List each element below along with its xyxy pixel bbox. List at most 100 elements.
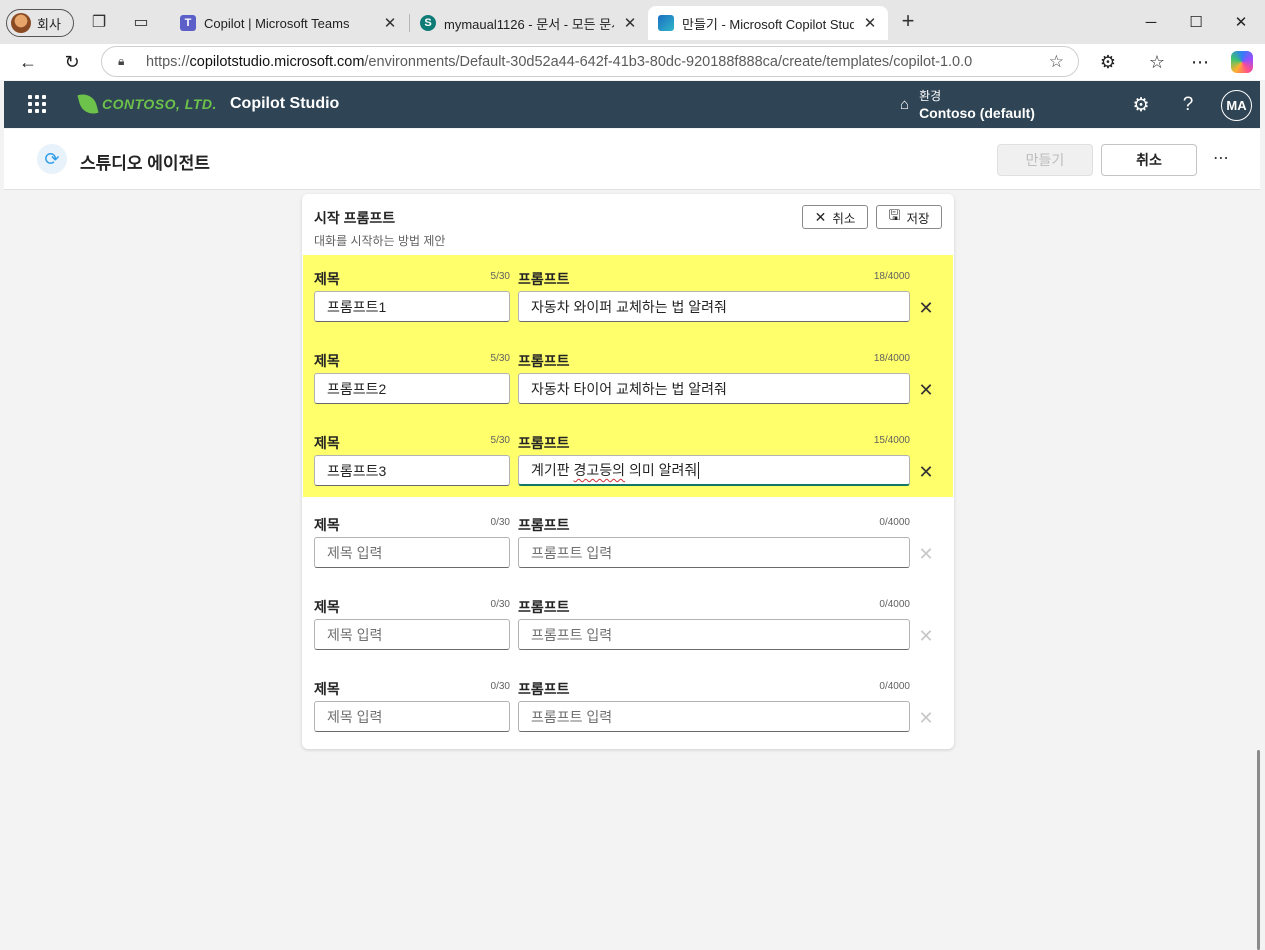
title-input[interactable]: 제목 입력 [314, 701, 510, 732]
close-icon[interactable]: ✕ [622, 14, 638, 32]
copilot-studio-icon [658, 15, 674, 31]
environment-label: 환경 [919, 89, 942, 103]
help-icon[interactable]: ? [1176, 93, 1200, 117]
title-input[interactable]: 제목 입력 [314, 619, 510, 650]
cancel-button[interactable]: 취소 [1101, 144, 1197, 176]
copilot-icon[interactable] [1230, 50, 1254, 74]
browser-toolbar: ← ↻ 🔒︎ https://copilotstudio.microsoft.c… [0, 44, 1265, 80]
panel-title: 시작 프롬프트 [314, 210, 396, 226]
scrollbar[interactable] [1257, 750, 1260, 950]
spellcheck-word: 경고등의 [573, 462, 626, 478]
title-label: 제목 [314, 435, 340, 451]
brand-name: CONTOSO, LTD. [102, 96, 217, 112]
environment-name: Contoso (default) [919, 105, 1035, 121]
browser-tab-strip: 회사 ❐ ▭ T Copilot | Microsoft Teams ✕ S m… [0, 0, 1265, 44]
prompt-input[interactable]: 프롬프트 입력 [518, 701, 910, 732]
profile-label: 회사 [37, 16, 61, 32]
prompt-input[interactable]: 계기판 경고등의 의미 알려줘 [518, 455, 910, 486]
minimize-icon[interactable]: ─ [1136, 10, 1166, 34]
prompt-label: 프롬프트 [518, 599, 570, 615]
tab-title: 만들기 - Microsoft Copilot Studio [682, 16, 854, 32]
more-options-icon[interactable]: ⋯ [1210, 147, 1232, 169]
brand-logo[interactable]: CONTOSO, LTD. [77, 91, 217, 117]
tab-title: Copilot | Microsoft Teams [204, 15, 350, 31]
app-header: CONTOSO, LTD. Copilot Studio ⌂ 환경 Contos… [4, 81, 1260, 128]
title-char-count: 0/30 [490, 681, 510, 692]
panel-subtitle: 대화를 시작하는 방법 제안 [314, 234, 446, 248]
prompt-row: 제목 5/30 프롬프트 15/4000 프롬프트3 계기판 경고등의 의미 알… [302, 433, 954, 515]
tab-copilot-studio[interactable]: 만들기 - Microsoft Copilot Studio ✕ [648, 6, 888, 40]
prompt-row: 제목 0/30 프롬프트 0/4000 제목 입력 프롬프트 입력 ✕ [302, 515, 954, 597]
create-button[interactable]: 만들기 [997, 144, 1093, 176]
tab-actions-icon[interactable]: ▭ [131, 12, 151, 32]
url-host: copilotstudio.microsoft.com [189, 53, 365, 70]
favorites-icon[interactable]: ☆ [1145, 50, 1169, 74]
user-avatar[interactable]: MA [1221, 90, 1252, 121]
prompt-input[interactable]: 프롬프트 입력 [518, 537, 910, 568]
panel-save-button[interactable]: 🖫 저장 [876, 205, 942, 229]
teams-icon: T [180, 15, 196, 31]
title-label: 제목 [314, 271, 340, 287]
url-prefix: https:// [146, 53, 190, 70]
tab-sharepoint[interactable]: S mymaual1126 - 문서 - 모든 문서 ✕ [410, 6, 648, 40]
close-icon: ✕ [814, 208, 827, 225]
back-arrow-icon[interactable]: ← [16, 50, 40, 74]
prompt-input[interactable]: 프롬프트 입력 [518, 619, 910, 650]
title-input[interactable]: 프롬프트2 [314, 373, 510, 404]
app-launcher-icon[interactable] [28, 95, 46, 113]
starter-prompts-panel: 시작 프롬프트 대화를 시작하는 방법 제안 ✕ 취소 🖫 저장 제목 5/30… [302, 194, 954, 749]
prompt-label: 프롬프트 [518, 353, 570, 369]
prompt-input[interactable]: 자동차 와이퍼 교체하는 법 알려줘 [518, 291, 910, 322]
title-label: 제목 [314, 517, 340, 533]
prompt-text: 의미 알려줘 [625, 462, 698, 478]
delete-row-icon[interactable]: ✕ [917, 462, 935, 482]
copilot-logo [1231, 51, 1253, 73]
maximize-icon[interactable]: ☐ [1181, 10, 1211, 34]
prompt-input[interactable]: 자동차 타이어 교체하는 법 알려줘 [518, 373, 910, 404]
agent-icon: ⟳ [37, 144, 67, 174]
save-icon: 🖫 [888, 207, 901, 223]
prompt-row: 제목 0/30 프롬프트 0/4000 제목 입력 프롬프트 입력 ✕ [302, 597, 954, 679]
workspaces-icon[interactable]: ❐ [89, 12, 109, 32]
refresh-icon[interactable]: ↻ [60, 50, 84, 74]
delete-row-icon: ✕ [918, 625, 934, 646]
close-icon[interactable]: ✕ [862, 14, 878, 32]
address-bar[interactable]: 🔒︎ https://copilotstudio.microsoft.com/e… [101, 46, 1079, 77]
environment-picker[interactable]: ⌂ 환경 Contoso (default) [900, 87, 1035, 121]
new-tab-icon[interactable]: + [898, 8, 918, 33]
title-input[interactable]: 프롬프트3 [314, 455, 510, 486]
settings-gear-icon[interactable]: ⚙ [1129, 93, 1153, 117]
delete-row-icon: ✕ [918, 543, 934, 564]
title-char-count: 5/30 [490, 271, 510, 282]
panel-cancel-label: 취소 [832, 211, 856, 226]
more-options-icon[interactable]: ⋯ [1188, 50, 1212, 74]
delete-row-icon[interactable]: ✕ [917, 298, 935, 318]
window-close-icon[interactable]: ✕ [1226, 10, 1256, 34]
prompt-char-count: 18/4000 [873, 353, 910, 364]
leaf-icon [77, 91, 99, 117]
title-label: 제목 [314, 681, 340, 697]
title-char-count: 5/30 [490, 353, 510, 364]
prompt-row: 제목 5/30 프롬프트 18/4000 프롬프트2 자동차 타이어 교체하는 … [302, 351, 954, 433]
close-icon[interactable]: ✕ [382, 14, 398, 32]
prompt-char-count: 0/4000 [879, 517, 910, 528]
title-label: 제목 [314, 353, 340, 369]
product-name[interactable]: Copilot Studio [230, 95, 339, 113]
prompt-label: 프롬프트 [518, 681, 570, 697]
extensions-icon[interactable]: ⚙ [1096, 50, 1120, 74]
panel-cancel-button[interactable]: ✕ 취소 [802, 205, 868, 229]
prompt-char-count: 0/4000 [879, 599, 910, 610]
tab-teams[interactable]: T Copilot | Microsoft Teams ✕ [170, 6, 408, 40]
profile-button[interactable]: 회사 [6, 9, 74, 37]
tab-title: mymaual1126 - 문서 - 모든 문서 [444, 16, 614, 32]
sharepoint-icon: S [420, 15, 436, 31]
title-input[interactable]: 제목 입력 [314, 537, 510, 568]
delete-row-icon: ✕ [918, 707, 934, 728]
prompt-label: 프롬프트 [518, 435, 570, 451]
text-cursor [698, 461, 700, 479]
title-input[interactable]: 프롬프트1 [314, 291, 510, 322]
prompt-text: 계기판 [531, 462, 574, 478]
favorite-star-icon[interactable]: ☆ [1049, 52, 1064, 72]
environment-icon: ⌂ [900, 95, 910, 113]
delete-row-icon[interactable]: ✕ [917, 380, 935, 400]
